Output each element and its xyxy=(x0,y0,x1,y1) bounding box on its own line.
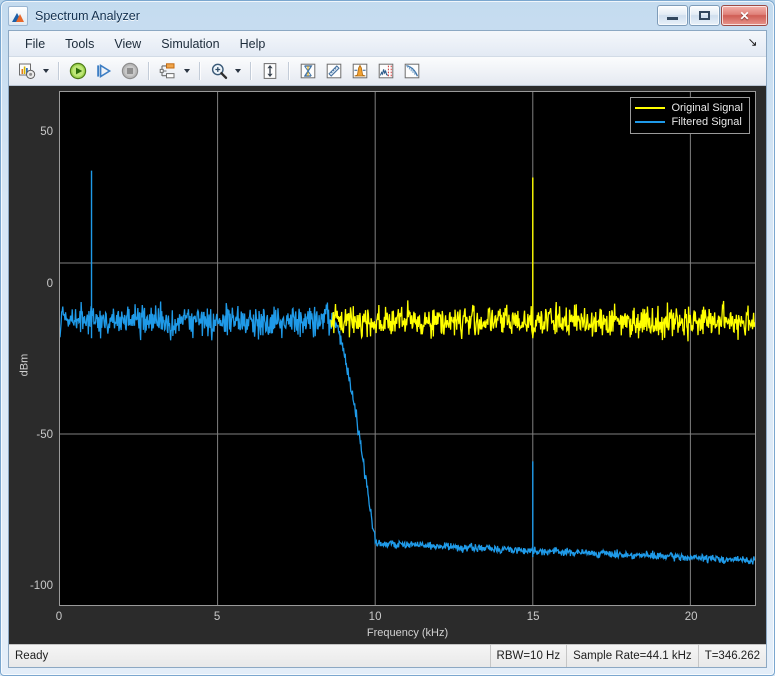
toolbar-separator xyxy=(250,62,252,80)
legend-label-filtered: Filtered Signal xyxy=(671,116,742,128)
menu-item-tools[interactable]: Tools xyxy=(56,34,103,54)
legend[interactable]: Original Signal Filtered Signal xyxy=(630,97,750,134)
toolbar-separator xyxy=(199,62,201,80)
x-tick-label: 15 xyxy=(526,611,540,623)
peak-finder-icon xyxy=(352,63,368,79)
menu-item-view[interactable]: View xyxy=(105,34,150,54)
status-rbw: RBW=10 Hz xyxy=(489,645,567,667)
legend-swatch-original xyxy=(635,107,666,109)
peak-finder-button[interactable] xyxy=(348,59,372,83)
status-sample-rate: Sample Rate=44.1 kHz xyxy=(566,645,698,667)
status-bar: Ready RBW=10 Hz Sample Rate=44.1 kHz T=3… xyxy=(9,644,766,667)
y-tick-label: -100 xyxy=(29,579,53,592)
spectrum-plot-panel: dBm 50 0 -50 -100 0 5 10 15 20 Frequency… xyxy=(9,86,766,644)
configuration-dropdown-arrow[interactable] xyxy=(40,60,51,82)
scope-config-icon xyxy=(19,63,36,79)
step-forward-button[interactable] xyxy=(92,59,116,83)
close-button[interactable]: ✕ xyxy=(721,5,768,26)
channel-measurements-icon xyxy=(378,63,394,79)
x-tick-label: 5 xyxy=(213,611,221,623)
y-tick-label: 50 xyxy=(40,126,53,139)
spectral-mask-button[interactable] xyxy=(400,59,424,83)
x-tick-label: 10 xyxy=(368,611,382,623)
distance-measurement-button[interactable] xyxy=(322,59,346,83)
zoom-in-icon xyxy=(211,63,228,79)
legend-label-original: Original Signal xyxy=(671,102,743,114)
distance-ruler-icon xyxy=(326,63,342,79)
configuration-properties-button[interactable] xyxy=(15,59,39,83)
maximize-button[interactable] xyxy=(689,5,720,26)
legend-item-filtered: Filtered Signal xyxy=(635,115,743,129)
stop-icon xyxy=(121,62,139,80)
maximize-icon xyxy=(699,11,710,20)
step-forward-icon xyxy=(97,63,112,79)
run-button[interactable] xyxy=(66,59,90,83)
plot-canvas-area[interactable] xyxy=(59,91,756,606)
toolbar-separator xyxy=(148,62,150,80)
status-time: T=346.262 xyxy=(697,645,766,667)
menu-item-help[interactable]: Help xyxy=(231,34,275,54)
autoscale-button[interactable] xyxy=(258,59,282,83)
signal-selection-dropdown-arrow[interactable] xyxy=(181,60,192,82)
minimize-button[interactable] xyxy=(657,5,688,26)
legend-item-original: Original Signal xyxy=(635,101,743,115)
cursor-measurements-button[interactable] xyxy=(296,59,320,83)
x-tick-label: 0 xyxy=(55,611,63,623)
menu-item-simulation[interactable]: Simulation xyxy=(152,34,228,54)
y-tick-label: 0 xyxy=(46,277,53,290)
expand-arrow-icon[interactable]: ↘ xyxy=(746,36,759,49)
signal-selector-icon xyxy=(159,63,175,79)
title-bar[interactable]: Spectrum Analyzer ✕ xyxy=(1,1,774,30)
toolbar xyxy=(9,57,766,86)
zoom-in-button[interactable] xyxy=(207,59,231,83)
matlab-scope-icon xyxy=(8,5,28,26)
status-ready: Ready xyxy=(15,650,49,662)
y-tick-label: -50 xyxy=(36,428,53,441)
window-title: Spectrum Analyzer xyxy=(35,8,140,23)
x-tick-label: 20 xyxy=(684,611,698,623)
cursor-measurements-icon xyxy=(300,63,316,79)
y-axis-label: dBm xyxy=(18,353,31,377)
close-icon: ✕ xyxy=(739,8,750,23)
toolbar-separator xyxy=(58,62,60,80)
client-area: File Tools View Simulation Help ↘ dBm 50… xyxy=(8,30,767,668)
plot-axes: 50 0 -50 -100 0 5 10 15 20 Frequency (kH… xyxy=(30,91,756,639)
menu-item-file[interactable]: File xyxy=(16,34,54,54)
menu-bar: File Tools View Simulation Help ↘ xyxy=(9,31,766,57)
x-axis-label: Frequency (kHz) xyxy=(366,627,449,639)
zoom-dropdown-arrow[interactable] xyxy=(232,60,243,82)
signal-selection-button[interactable] xyxy=(156,59,180,83)
minimize-icon xyxy=(667,17,678,20)
play-icon xyxy=(69,62,87,80)
channel-measurements-button[interactable] xyxy=(374,59,398,83)
spectral-mask-icon xyxy=(404,63,420,79)
legend-swatch-filtered xyxy=(635,121,666,123)
spectrum-analyzer-window: Spectrum Analyzer ✕ File Tools View Simu… xyxy=(0,0,775,676)
autoscale-icon xyxy=(263,63,277,79)
toolbar-separator xyxy=(288,62,290,80)
stop-button[interactable] xyxy=(118,59,142,83)
window-controls: ✕ xyxy=(656,5,768,26)
spectrum-trace-svg xyxy=(60,92,755,605)
